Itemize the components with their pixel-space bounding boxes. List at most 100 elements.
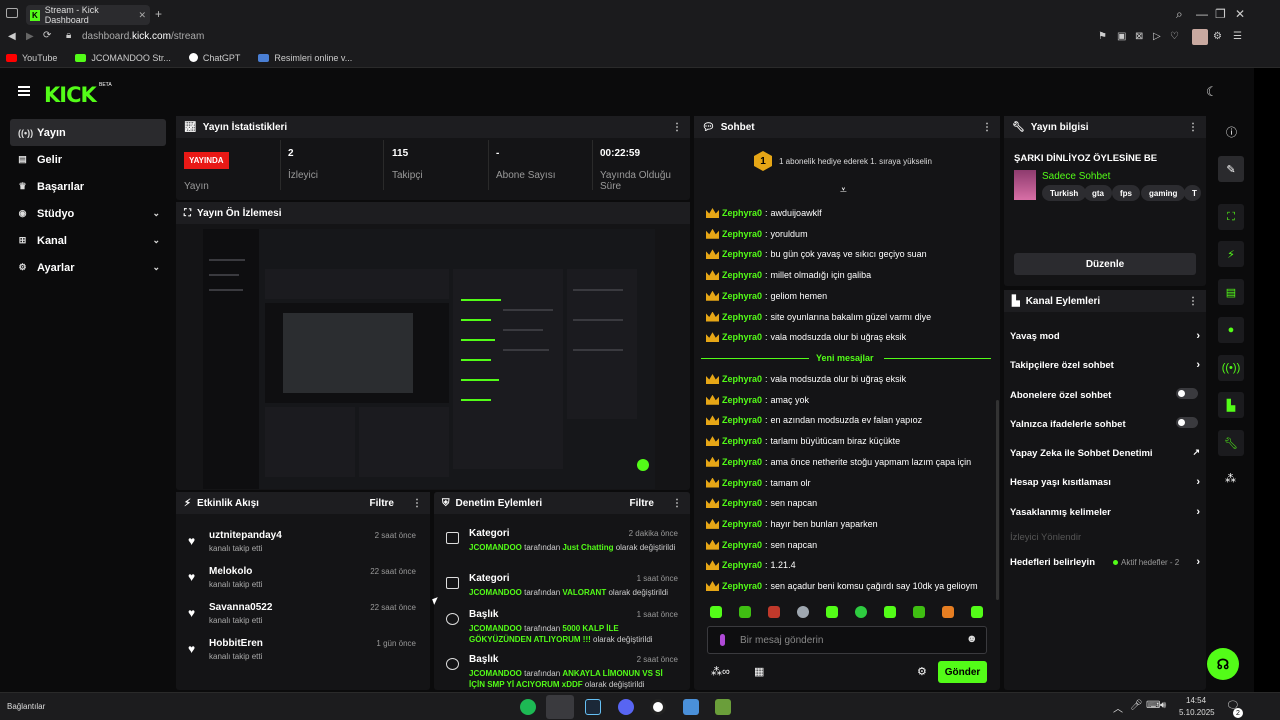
bookmark-youtube[interactable]: YouTube [6,53,57,63]
more-options-icon[interactable]: ⋮ [1188,296,1198,307]
chat-username[interactable]: Zephyra0 [722,457,762,467]
play-extension-icon[interactable]: ▷ [1153,31,1161,42]
chat-message[interactable]: Zephyra0: amaç yok [706,393,809,407]
tag-pill[interactable]: Turkish [1042,185,1087,201]
sidebar-item-ayarlar[interactable]: ⚙ Ayarlar ⌄ [10,254,166,281]
bookmark-jcomandoo[interactable]: JCOMANDOO Str... [75,53,171,63]
emoji-picker-icon[interactable]: ☻ [966,633,978,645]
sidebar-item-yayin[interactable]: ((•)) Yayın [10,119,166,146]
chat-message[interactable]: Zephyra0: tamam olr [706,476,811,490]
close-window-icon[interactable]: ✕ [1235,7,1245,21]
chat-settings-icon[interactable]: ⚙ [917,665,927,678]
chat-message[interactable]: Zephyra0: geliom hemen [706,289,827,303]
activity-username[interactable]: Savanna0522 [209,602,272,613]
chat-username[interactable]: Zephyra0 [722,249,762,259]
sidebar-item-gelir[interactable]: ▤ Gelir [10,146,166,173]
community-tool-icon[interactable]: ⁂ [1225,472,1236,485]
menu-icon[interactable]: ☰ [1233,31,1242,42]
back-icon[interactable]: ◀ [8,31,16,42]
chat-message[interactable]: Zephyra0: sen napcan [706,496,817,510]
chat-input-box[interactable]: Bir mesaj gönderin ☻ [707,626,987,654]
wrench-tool-icon[interactable]: 🔧︎ [1218,430,1244,456]
theme-toggle-icon[interactable]: ☾ [1206,84,1224,100]
scroll-to-bottom-icon[interactable]: ⩡ [840,183,847,198]
tag-pill[interactable]: gta [1084,185,1112,201]
account-age-item[interactable]: Hesap yaşı kısıtlaması › [1010,476,1200,488]
sidebar-item-studyo[interactable]: ◉ Stüdyo ⌄ [10,200,166,227]
moderation-filter-button[interactable]: Filtre [630,498,654,509]
send-button[interactable]: Gönder [938,661,987,683]
tab-close-icon[interactable]: ✕ [138,10,146,21]
minimize-icon[interactable]: — [1196,7,1208,21]
chat-input-placeholder[interactable]: Bir mesaj gönderin [740,635,823,646]
chat-scrollbar[interactable] [996,400,999,600]
community-icon[interactable]: ⁂∞ [711,665,730,678]
chat-username[interactable]: Zephyra0 [722,395,762,405]
chat-username[interactable]: Zephyra0 [722,291,762,301]
chat-username[interactable]: Zephyra0 [722,208,762,218]
favorites-icon[interactable]: ♡ [1170,31,1179,42]
chat-message[interactable]: Zephyra0: sen açadur beni komsu çağırdı s… [706,579,978,593]
chat-username[interactable]: Zephyra0 [722,332,762,342]
active-app-icon[interactable] [546,695,574,719]
chat-username[interactable]: Zephyra0 [722,560,762,570]
search-tabs-icon[interactable]: ⌕ [1176,7,1183,22]
bookmark-icon[interactable]: ⚑ [1098,31,1107,42]
restore-icon[interactable]: ❐ [1215,7,1226,21]
chat-username[interactable]: Zephyra0 [722,229,762,239]
chat-message[interactable]: Zephyra0: millet olmadığı için galiba [706,268,871,282]
chat-tool-icon[interactable]: ● [1218,317,1244,343]
more-options-icon[interactable]: ⋮ [672,498,682,509]
steam-icon[interactable] [585,699,601,715]
sidebar-item-basarilar[interactable]: ♛ Başarılar [10,173,166,200]
edit-stream-button[interactable]: Düzenle [1014,253,1196,275]
tag-pill[interactable]: gaming [1141,185,1186,201]
activity-row[interactable]: ♥ Savanna0522 kanalı takip etti 22 saat … [176,598,426,634]
emote-icon[interactable] [768,606,780,618]
chat-username[interactable]: Zephyra0 [722,540,762,550]
new-tab-icon[interactable]: + [155,7,162,21]
browser-tab[interactable]: K Stream - Kick Dashboard ✕ [26,5,150,25]
activity-username[interactable]: HobbitEren [209,638,263,649]
pinned-gift-message[interactable]: 1 abonelik hediye ederek 1. sıraya yükse… [779,157,932,166]
chat-username[interactable]: Zephyra0 [722,498,762,508]
obs-icon[interactable] [650,699,666,715]
more-options-icon[interactable]: ⋮ [672,122,682,133]
emote-icon[interactable] [739,606,751,618]
minecraft-icon[interactable] [715,699,731,715]
emote-icon[interactable] [913,606,925,618]
microphone-icon[interactable] [720,634,725,646]
tag-pill[interactable]: fps [1112,185,1140,201]
activity-username[interactable]: Melokolo [209,566,252,577]
more-options-icon[interactable]: ⋮ [1188,122,1198,133]
info-icon[interactable]: ⓘ [1226,124,1237,140]
slow-mode-item[interactable]: Yavaş mod › [1010,330,1200,342]
more-options-icon[interactable]: ⋮ [412,498,422,509]
bookmark-chatgpt[interactable]: ChatGPT [188,53,240,63]
chat-username[interactable]: Zephyra0 [722,478,762,488]
chat-message[interactable]: Zephyra0: vala modsuzda olur bi uğraş eks… [706,330,906,344]
chat-username[interactable]: Zephyra0 [722,415,762,425]
chat-message[interactable]: Zephyra0: vala modsuzda olur bi uğraş eks… [706,372,906,386]
tag-pill[interactable]: T [1184,185,1201,201]
stream-category[interactable]: Sadece Sohbet [1042,171,1110,182]
tab-actions-icon[interactable] [6,8,18,18]
chat-username[interactable]: Zephyra0 [722,312,762,322]
ublock-icon[interactable]: ⊠ [1135,31,1143,42]
activity-row[interactable]: ♥ uztnitepanday4 kanalı takip etti 2 saa… [176,526,426,562]
emotes-only-toggle[interactable] [1176,417,1198,428]
chat-username[interactable]: Zephyra0 [722,519,762,529]
chat-username[interactable]: Zephyra0 [722,436,762,446]
more-options-icon[interactable]: ⋮ [982,122,992,133]
emote-icon[interactable] [797,606,809,618]
emote-icon[interactable] [884,606,896,618]
clock-time[interactable]: 14:54 [1186,696,1206,705]
stream-preview-video[interactable] [203,229,655,489]
stream-preview-tool-icon[interactable]: ⛶ [1218,204,1244,230]
help-chat-button[interactable]: ☊ [1207,648,1239,680]
spotify-icon[interactable] [520,699,536,715]
edit-layout-icon[interactable]: ✎ [1218,156,1244,182]
chat-message[interactable]: Zephyra0: site oyunlarına bakalım güzel v… [706,310,931,324]
kick-logo[interactable]: KICK [44,83,97,107]
subscribers-only-toggle[interactable] [1176,388,1198,399]
